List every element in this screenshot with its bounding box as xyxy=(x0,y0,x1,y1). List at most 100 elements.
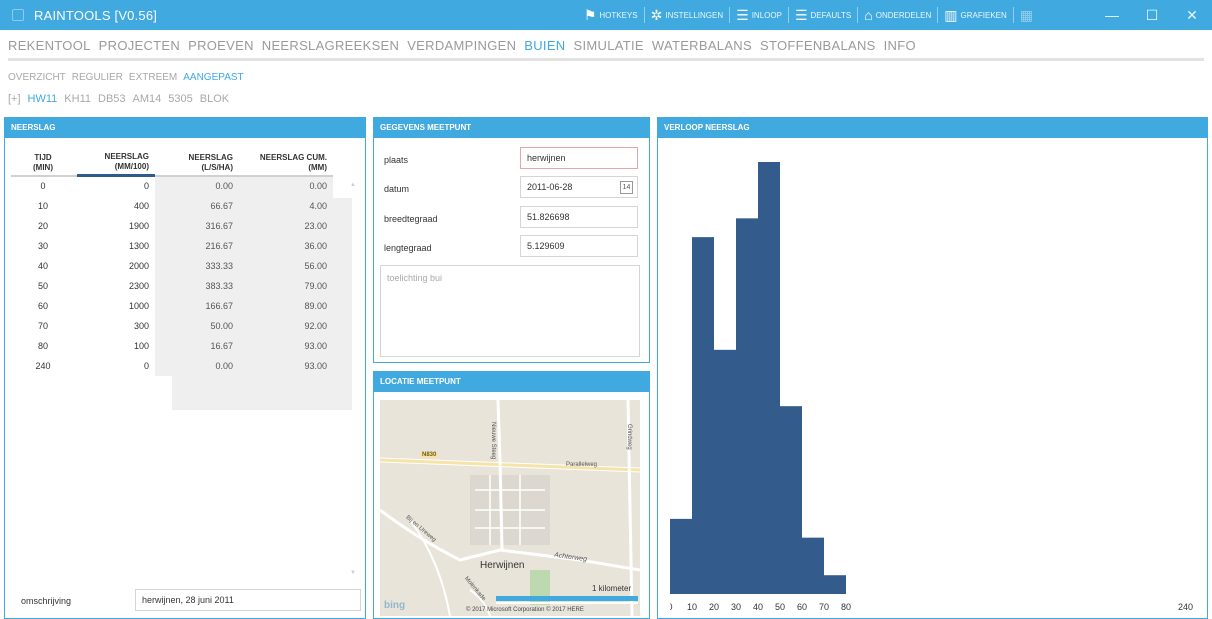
table-cell: 93.00 xyxy=(239,355,333,376)
column-header-title: NEERSLAG CUM. xyxy=(259,152,327,162)
maximize-button[interactable]: ☐ xyxy=(1132,0,1172,30)
table-row[interactable]: 80 100 16.67 93.00 xyxy=(11,335,333,356)
table-cell[interactable]: 1000 xyxy=(77,296,155,316)
plaats-input[interactable]: herwijnen xyxy=(520,147,638,169)
tab-simulatie[interactable]: SIMULATIE xyxy=(574,38,644,53)
x-tick-label: 240 xyxy=(1178,602,1193,612)
table-row[interactable]: 70 300 50.00 92.00 xyxy=(11,315,333,336)
tab-stoffenbalans[interactable]: STOFFENBALANS xyxy=(760,38,876,53)
table-cell[interactable]: 0 xyxy=(77,356,155,376)
tab-info[interactable]: INFO xyxy=(884,38,916,53)
lengtegraad-input[interactable]: 5.129609 xyxy=(520,235,638,257)
table-row[interactable]: 30 1300 216.67 36.00 xyxy=(11,235,333,256)
column-header[interactable]: NEERSLAG CUM. (MM) xyxy=(239,148,333,177)
chart-bar xyxy=(736,218,758,594)
table-row[interactable]: 60 1000 166.67 89.00 xyxy=(11,295,333,316)
instellingen-action[interactable]: ✲ INSTELLINGEN xyxy=(645,7,730,24)
table-cell[interactable]: 20 xyxy=(11,216,77,236)
inloop-action[interactable]: ☰ INLOOP xyxy=(730,7,788,24)
table-cell[interactable]: 70 xyxy=(11,316,77,336)
x-tick-label: 10 xyxy=(687,602,697,612)
hotkeys-action[interactable]: ⚑ HOTKEYS xyxy=(578,7,644,24)
table-cell[interactable]: 30 xyxy=(11,236,77,256)
table-cell[interactable]: 240 xyxy=(11,356,77,376)
location-map[interactable]: N830 Nieuwe Steeg Parallelweg Achterweg … xyxy=(380,400,640,616)
table-cell[interactable]: 2300 xyxy=(77,276,155,296)
column-header[interactable]: TIJD (MIN) xyxy=(11,148,77,177)
table-cell[interactable]: 40 xyxy=(11,256,77,276)
toelichting-textarea[interactable]: toelichting bui xyxy=(380,265,640,357)
chart-bar xyxy=(824,575,846,594)
action-label: ONDERDELEN xyxy=(875,10,932,20)
storm-tab-[interactable]: [+] xyxy=(8,93,21,105)
report-action[interactable]: ▦ xyxy=(1014,7,1042,24)
meetpunt-panel-title: GEGEVENS MEETPUNT xyxy=(374,118,649,138)
tab-buien[interactable]: BUIEN xyxy=(524,38,565,53)
subtab-overzicht[interactable]: OVERZICHT xyxy=(8,72,66,83)
bing-logo: bing xyxy=(384,600,406,611)
table-row[interactable]: 50 2300 383.33 79.00 xyxy=(11,275,333,296)
close-button[interactable]: ✕ xyxy=(1172,0,1212,30)
table-cell[interactable]: 100 xyxy=(77,336,155,356)
tab-verdampingen[interactable]: VERDAMPINGEN xyxy=(407,38,516,53)
column-header[interactable]: NEERSLAG (MM/100) xyxy=(77,148,155,177)
storm-tab-kh11[interactable]: KH11 xyxy=(64,93,91,105)
storm-tab-hw11[interactable]: HW11 xyxy=(28,93,58,105)
table-row[interactable]: 240 0 0.00 93.00 xyxy=(11,355,333,376)
column-header[interactable]: NEERSLAG (L/S/HA) xyxy=(155,148,239,177)
table-row[interactable]: 10 400 66.67 4.00 xyxy=(11,195,333,216)
column-header-title: NEERSLAG xyxy=(188,152,233,162)
plaats-label: plaats xyxy=(384,155,409,165)
scroll-down-icon[interactable]: ▼ xyxy=(350,570,356,576)
table-cell[interactable]: 10 xyxy=(11,196,77,216)
table-cell: 23.00 xyxy=(239,215,333,236)
grafieken-action[interactable]: ▥ GRAFIEKEN xyxy=(938,7,1012,24)
table-cell: 0.00 xyxy=(239,175,333,196)
rain-chart: 0 10 20 30 40 50 60 70 80 240 xyxy=(670,162,1193,612)
table-row[interactable]: 0 0 0.00 0.00 xyxy=(11,175,333,196)
table-cell: 216.67 xyxy=(155,235,239,256)
table-cell[interactable]: 50 xyxy=(11,276,77,296)
column-header-unit: (MM) xyxy=(308,162,327,172)
road-label: N830 xyxy=(420,452,439,458)
tab-waterbalans[interactable]: WATERBALANS xyxy=(652,38,752,53)
table-cell[interactable]: 80 xyxy=(11,336,77,356)
table-cell[interactable]: 0 xyxy=(11,176,77,196)
table-cell: 0.00 xyxy=(155,175,239,196)
table-cell[interactable]: 300 xyxy=(77,316,155,336)
tab-proeven[interactable]: PROEVEN xyxy=(188,38,254,53)
table-cell[interactable]: 400 xyxy=(77,196,155,216)
tab-rekentool[interactable]: REKENTOOL xyxy=(8,38,91,53)
table-cell[interactable]: 1900 xyxy=(77,216,155,236)
subtab-extreem[interactable]: EXTREEM xyxy=(129,72,177,83)
column-header-unit: (MIN) xyxy=(33,162,53,172)
storm-tab-blok[interactable]: BLOK xyxy=(200,93,229,105)
storm-nav: [+] HW11 KH11 DB53 AM14 5305 BLOK xyxy=(8,93,229,105)
table-cell[interactable]: 2000 xyxy=(77,256,155,276)
defaults-action[interactable]: ☰ DEFAULTS xyxy=(789,7,857,24)
calendar-icon[interactable]: 14 xyxy=(620,181,633,194)
table-cell[interactable]: 60 xyxy=(11,296,77,316)
table-row[interactable]: 40 2000 333.33 56.00 xyxy=(11,255,333,276)
tab-projecten[interactable]: PROJECTEN xyxy=(99,38,180,53)
storm-tab-am14[interactable]: AM14 xyxy=(133,93,162,105)
minimize-button[interactable]: — xyxy=(1092,0,1132,30)
x-tick-label: 70 xyxy=(819,602,829,612)
omschrijving-input[interactable]: herwijnen, 28 juni 2011 xyxy=(135,589,361,611)
table-cell: 93.00 xyxy=(239,335,333,356)
datum-input[interactable]: 2011-06-28 14 xyxy=(520,176,638,198)
onderdelen-action[interactable]: ⌂ ONDERDELEN xyxy=(858,7,937,23)
storm-tab-5305[interactable]: 5305 xyxy=(168,93,192,105)
report-icon: ▦ xyxy=(1019,6,1033,23)
tab-neerslagreeksen[interactable]: NEERSLAGREEKSEN xyxy=(262,38,399,53)
town-label: Herwijnen xyxy=(480,560,525,571)
table-cell[interactable]: 1300 xyxy=(77,236,155,256)
storm-tab-db53[interactable]: DB53 xyxy=(98,93,126,105)
subtab-aangepast[interactable]: AANGEPAST xyxy=(183,72,243,83)
title-bar: RAINTOOLS [V0.56] ⚑ HOTKEYS ✲ INSTELLINGEN ☰… xyxy=(0,0,1212,30)
table-row[interactable]: 20 1900 316.67 23.00 xyxy=(11,215,333,236)
scroll-up-icon[interactable]: ▲ xyxy=(350,182,356,188)
breedtegraad-input[interactable]: 51.826698 xyxy=(520,206,638,228)
table-cell[interactable]: 0 xyxy=(77,176,155,196)
subtab-regulier[interactable]: REGULIER xyxy=(72,72,123,83)
